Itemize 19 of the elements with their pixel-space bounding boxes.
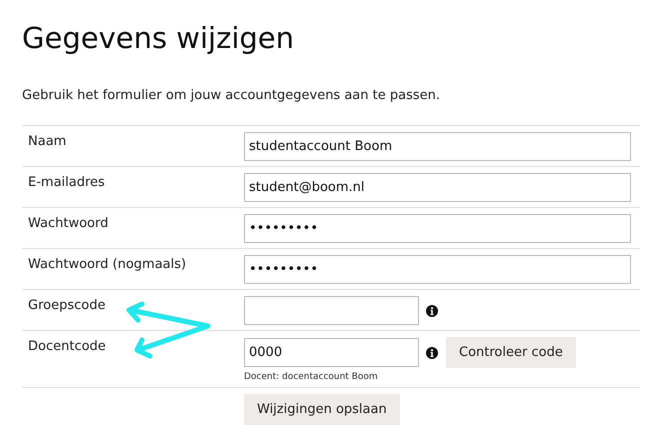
- input-field[interactable]: 0000: [244, 338, 419, 367]
- field-label: Wachtwoord (nogmaals): [28, 256, 188, 274]
- intro-text: Gebruik het formulier om jouw accountgegevens aan te passen.: [22, 88, 442, 103]
- input-field[interactable]: student@boom.nl: [244, 173, 631, 202]
- input-field[interactable]: studentaccount Boom: [244, 132, 631, 161]
- check-code-button[interactable]: Controleer code: [446, 337, 576, 368]
- info-icon[interactable]: [426, 304, 438, 316]
- field-label: Naam: [28, 133, 68, 151]
- input-field[interactable]: •••••••••: [244, 255, 631, 284]
- field-label: Wachtwoord: [28, 215, 110, 233]
- input-field[interactable]: •••••••••: [244, 214, 631, 243]
- save-button[interactable]: Wijzigingen opslaan: [244, 394, 400, 425]
- input-field[interactable]: [244, 296, 419, 325]
- field-label: Groepscode: [28, 297, 106, 315]
- field-label: Docentcode: [28, 338, 107, 356]
- info-icon[interactable]: [426, 346, 438, 358]
- teacher-note: Docent: docentaccount Boom: [244, 372, 379, 382]
- page-title: Gegevens wijzigen: [22, 20, 296, 57]
- field-label: E-mailadres: [28, 174, 106, 192]
